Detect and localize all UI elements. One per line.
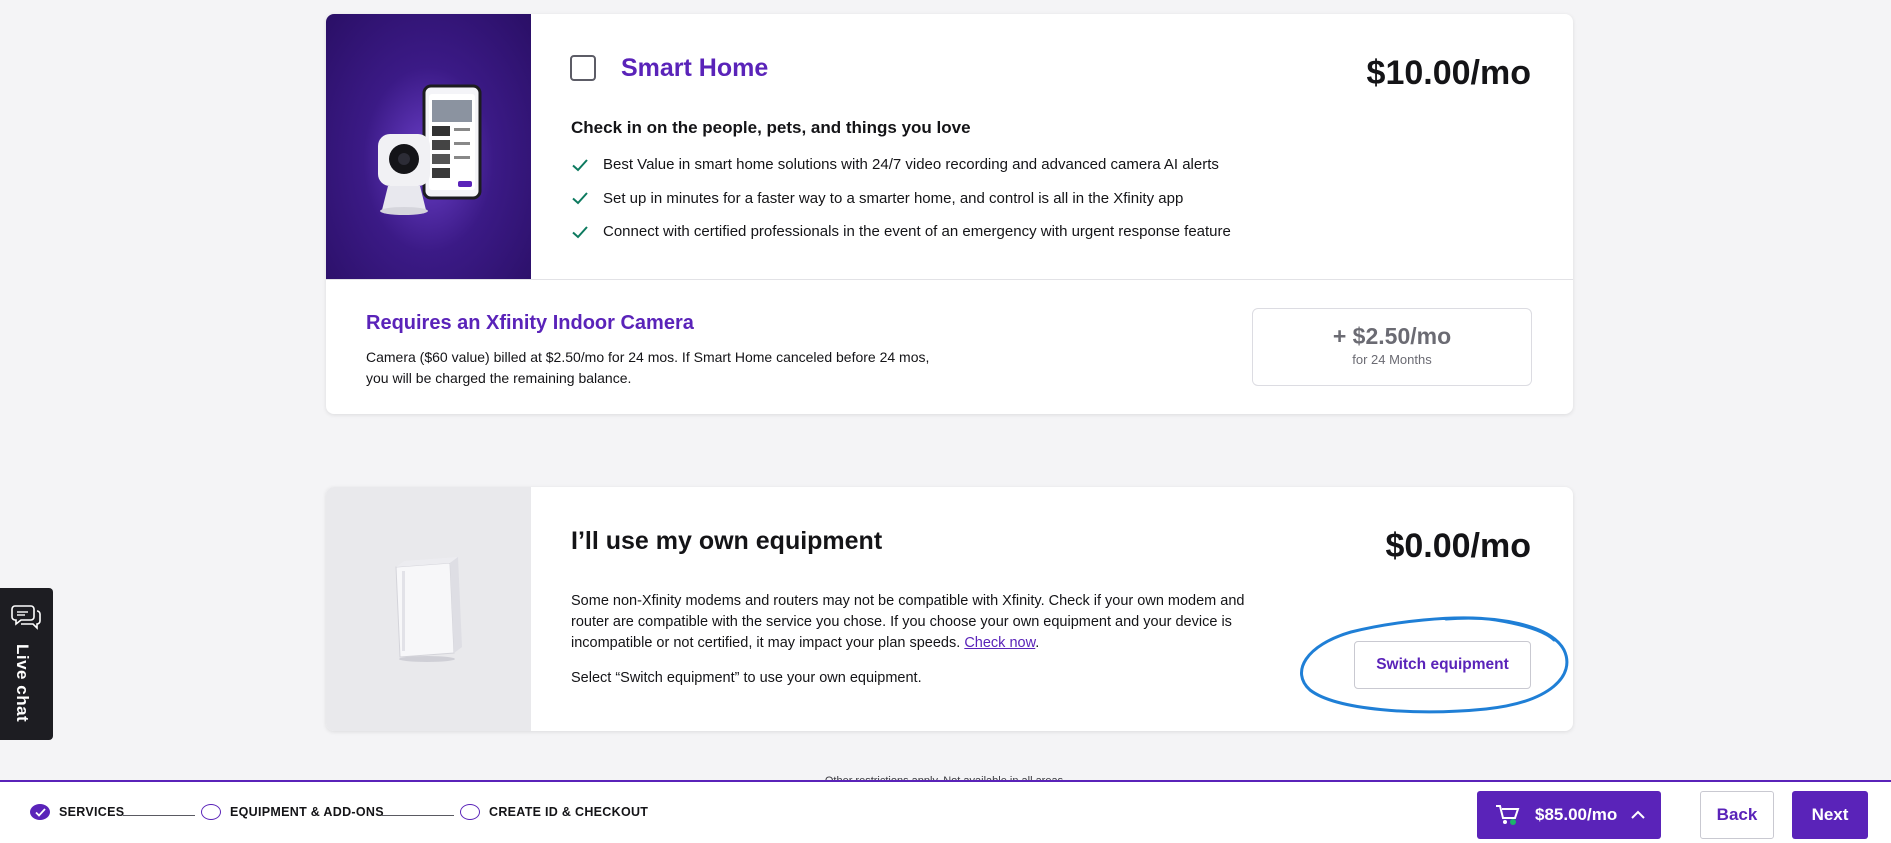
feature-item: Best Value in smart home solutions with … (571, 148, 1231, 182)
cart-total: $85.00/mo (1535, 805, 1618, 824)
own-equipment-description: Some non-Xfinity modems and routers may … (571, 591, 1271, 654)
smart-home-price: $10.00/mo (1366, 54, 1531, 92)
step-circle-icon (460, 804, 480, 820)
own-equipment-price: $0.00/mo (1385, 527, 1531, 565)
step-connector (382, 815, 454, 816)
step-label: SERVICES (59, 805, 125, 819)
smart-home-card: Smart Home $10.00/mo Check in on the peo… (326, 14, 1573, 414)
feature-list: Best Value in smart home solutions with … (571, 148, 1231, 249)
feature-item: Connect with certified professionals in … (571, 215, 1231, 249)
desc-period: . (1035, 635, 1040, 651)
smart-home-subheading: Check in on the people, pets, and things… (571, 118, 971, 137)
modem-product-image (326, 487, 531, 731)
live-chat-label: Live chat (13, 644, 32, 723)
back-button[interactable]: Back (1700, 791, 1774, 839)
cart-icon (1496, 805, 1520, 825)
switch-equipment-button[interactable]: Switch equipment (1354, 641, 1531, 689)
check-now-link[interactable]: Check now (964, 635, 1035, 651)
chat-bubbles-icon (11, 605, 41, 630)
cart-total-button[interactable]: $85.00/mo (1477, 791, 1661, 839)
checkmark-icon (572, 226, 588, 239)
step-label: CREATE ID & CHECKOUT (489, 805, 649, 819)
step-equipment-addons: EQUIPMENT & ADD-ONS (201, 804, 384, 820)
checkmark-icon (572, 159, 588, 172)
addon-price: + $2.50/mo (1332, 323, 1452, 349)
feature-text: Set up in minutes for a faster way to a … (603, 189, 1184, 207)
feature-text: Best Value in smart home solutions with … (603, 156, 1219, 174)
requirement-description: Camera ($60 value) billed at $2.50/mo fo… (366, 349, 930, 386)
next-button[interactable]: Next (1792, 791, 1868, 839)
smart-home-product-image (326, 14, 531, 279)
feature-text: Connect with certified professionals in … (603, 223, 1231, 241)
feature-item: Set up in minutes for a faster way to a … (571, 182, 1231, 216)
step-connector (123, 815, 195, 816)
smart-home-checkbox[interactable] (570, 55, 596, 81)
chevron-up-icon (1631, 810, 1645, 819)
live-chat-tab[interactable]: Live chat (0, 588, 53, 740)
addon-term: for 24 Months (1352, 352, 1432, 367)
own-equipment-title: I’ll use my own equipment (571, 527, 883, 555)
checkmark-icon (572, 192, 588, 205)
check-circle-icon (30, 804, 50, 820)
own-equipment-desc-text: Some non-Xfinity modems and routers may … (571, 593, 1245, 651)
step-label: EQUIPMENT & ADD-ONS (230, 805, 384, 819)
smart-home-title: Smart Home (621, 54, 769, 82)
step-create-id-checkout: CREATE ID & CHECKOUT (460, 804, 648, 820)
step-circle-icon (201, 804, 221, 820)
checkout-footer: SERVICES EQUIPMENT & ADD-ONS CREATE ID &… (0, 780, 1891, 843)
card-divider (326, 279, 1573, 280)
requirement-title: Requires an Xfinity Indoor Camera (366, 312, 694, 334)
camera-addon-price-box: + $2.50/mo for 24 Months (1252, 308, 1532, 386)
step-services: SERVICES (30, 804, 124, 820)
own-equipment-note: Select “Switch equipment” to use your ow… (571, 670, 922, 686)
own-equipment-card: I’ll use my own equipment $0.00/mo Some … (326, 487, 1573, 731)
